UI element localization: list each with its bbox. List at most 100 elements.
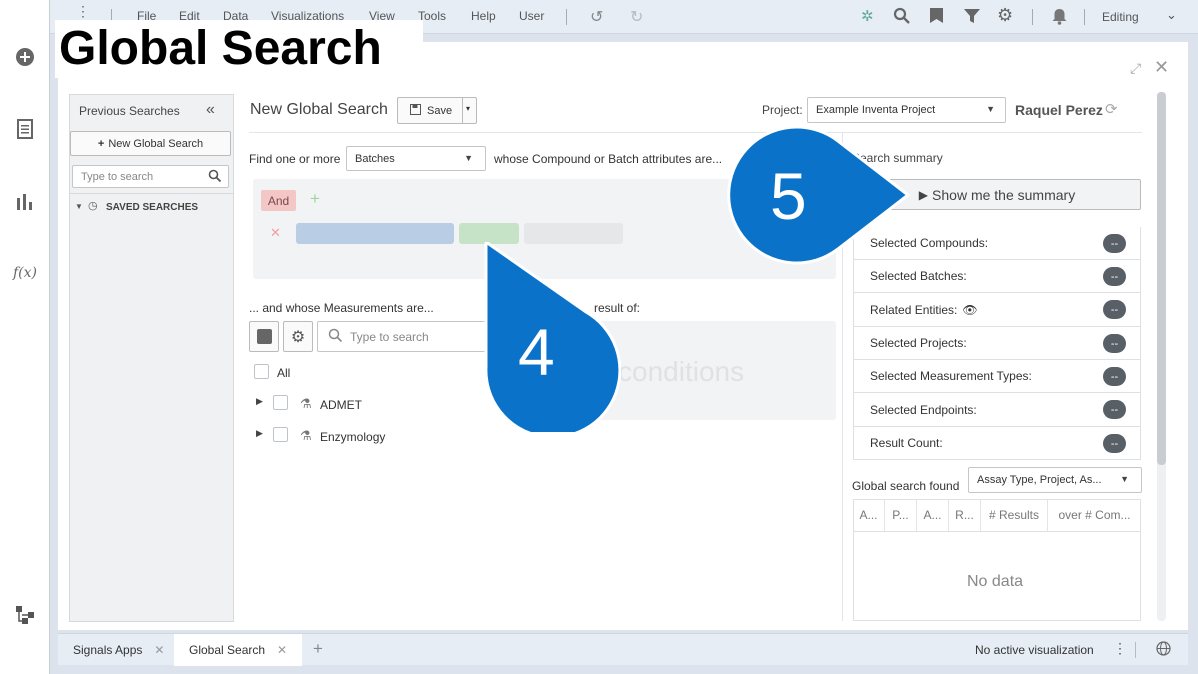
tree-item-enzymology[interactable]: Enzymology bbox=[320, 430, 385, 444]
tab-global-search[interactable]: Global Search ✕ bbox=[174, 634, 303, 666]
sidebar-title: Previous Searches bbox=[79, 104, 180, 118]
enzymology-checkbox[interactable] bbox=[273, 427, 288, 442]
summary-row-result-count: Result Count: -- bbox=[853, 427, 1141, 460]
bar-chart-icon[interactable] bbox=[14, 190, 36, 212]
add-condition-icon[interactable]: + bbox=[310, 189, 320, 209]
callout-5-number: 5 bbox=[770, 159, 807, 233]
add-tab-icon[interactable]: + bbox=[313, 639, 323, 659]
select-all-toggle[interactable] bbox=[249, 321, 279, 352]
divider bbox=[1135, 642, 1136, 658]
search-placeholder: Type to search bbox=[350, 329, 429, 344]
gear-icon: ⚙ bbox=[290, 328, 306, 346]
globe-icon[interactable] bbox=[1156, 641, 1171, 659]
redo-icon[interactable]: ↻ bbox=[630, 7, 643, 27]
summary-row-projects: Selected Projects: -- bbox=[853, 327, 1141, 360]
sidebar-search-input[interactable]: Type to search bbox=[72, 165, 229, 188]
measurement-search-input[interactable]: Type to search bbox=[317, 321, 487, 352]
expand-icon[interactable]: ⤢ bbox=[1130, 60, 1141, 77]
bookmark-icon[interactable] bbox=[929, 7, 944, 27]
caret-down-icon[interactable]: ▼ bbox=[75, 202, 83, 211]
summary-count-badge: -- bbox=[1103, 367, 1126, 386]
and-operator-chip[interactable]: And bbox=[261, 190, 296, 211]
project-select[interactable]: Example Inventa Project ▼ bbox=[807, 97, 1006, 123]
value-field-placeholder[interactable] bbox=[524, 223, 623, 244]
chevron-down-icon[interactable]: ⌄ bbox=[1166, 7, 1177, 23]
menu-help[interactable]: Help bbox=[471, 9, 496, 23]
tab-signals-apps[interactable]: Signals Apps ✕ bbox=[73, 634, 164, 666]
close-icon[interactable]: ✕ bbox=[277, 643, 287, 657]
floppy-disk-icon bbox=[410, 103, 421, 118]
column-header[interactable]: P... bbox=[885, 499, 917, 531]
admet-checkbox[interactable] bbox=[273, 395, 288, 410]
mode-select[interactable]: Editing bbox=[1102, 10, 1139, 24]
operator-field-placeholder[interactable] bbox=[459, 223, 519, 244]
search-found-label: Global search found bbox=[852, 479, 960, 493]
callout-5-shape bbox=[727, 125, 911, 265]
find-label: Find one or more bbox=[249, 152, 341, 166]
summary-row-related-entities: Related Entities: 👁 -- bbox=[853, 293, 1141, 327]
tree-item-all: All bbox=[277, 366, 291, 380]
attribute-field-placeholder[interactable] bbox=[296, 223, 454, 244]
column-header[interactable]: R... bbox=[949, 499, 981, 531]
search-icon bbox=[208, 169, 222, 185]
search-icon[interactable] bbox=[893, 7, 910, 27]
summary-row-measurement-types: Selected Measurement Types: -- bbox=[853, 360, 1141, 393]
eye-icon[interactable]: 👁 bbox=[962, 303, 977, 317]
notification-bell-icon[interactable] bbox=[1052, 8, 1067, 28]
results-table-header: A... P... A... R... # Results over # Com… bbox=[853, 499, 1141, 532]
refresh-icon[interactable]: ⟳ bbox=[1105, 100, 1118, 118]
saved-searches-label[interactable]: SAVED SEARCHES bbox=[106, 202, 198, 213]
overlay-title: Global Search bbox=[55, 20, 423, 78]
callout-4-number: 4 bbox=[518, 315, 555, 389]
tree-item-admet[interactable]: ADMET bbox=[320, 398, 362, 412]
filter-icon[interactable] bbox=[964, 8, 980, 27]
close-icon[interactable]: ✕ bbox=[1154, 57, 1169, 78]
hierarchy-icon[interactable] bbox=[14, 604, 36, 626]
divider bbox=[70, 193, 233, 194]
empty-state-text: No data bbox=[967, 573, 1024, 590]
scrollbar-thumb[interactable] bbox=[1157, 92, 1166, 465]
summary-count-badge: -- bbox=[1103, 434, 1126, 453]
expand-caret-icon[interactable]: ▶ bbox=[256, 428, 263, 439]
menu-user[interactable]: User bbox=[519, 9, 544, 23]
column-header[interactable]: # Results bbox=[981, 499, 1048, 531]
column-header[interactable]: A... bbox=[853, 499, 885, 531]
add-circle-icon[interactable] bbox=[14, 46, 36, 68]
summary-label: Selected Measurement Types: bbox=[870, 369, 1032, 383]
save-label: Save bbox=[427, 104, 453, 117]
collapse-chevrons-icon[interactable]: « bbox=[206, 101, 215, 119]
settings-cog-icon[interactable]: ✲ bbox=[861, 7, 874, 25]
divider bbox=[1084, 9, 1085, 25]
kebab-menu-icon[interactable]: ⋮ bbox=[76, 4, 90, 18]
divider bbox=[462, 98, 463, 123]
column-header[interactable]: A... bbox=[917, 499, 949, 531]
column-header[interactable]: over # Com... bbox=[1048, 499, 1141, 531]
grouping-select[interactable]: Assay Type, Project, As... ▼ bbox=[968, 467, 1142, 493]
function-icon[interactable]: f(x) bbox=[12, 262, 38, 284]
expand-caret-icon[interactable]: ▶ bbox=[256, 396, 263, 407]
caret-down-icon[interactable]: ▾ bbox=[466, 104, 470, 113]
project-value: Example Inventa Project bbox=[816, 104, 936, 116]
document-list-icon[interactable] bbox=[14, 118, 36, 140]
undo-icon[interactable]: ↺ bbox=[590, 7, 603, 27]
new-global-search-button[interactable]: + New Global Search bbox=[70, 131, 231, 156]
show-summary-label: Show me the summary bbox=[932, 186, 1076, 203]
page-title: New Global Search bbox=[250, 101, 388, 118]
grouping-value: Assay Type, Project, As... bbox=[977, 474, 1102, 486]
status-text: No active visualization bbox=[975, 643, 1094, 657]
entity-select[interactable]: Batches ▼ bbox=[346, 146, 486, 171]
kebab-menu-icon[interactable]: ⋮ bbox=[1113, 640, 1127, 657]
close-icon[interactable]: ✕ bbox=[154, 643, 164, 657]
caret-down-icon: ▼ bbox=[986, 104, 995, 114]
save-button[interactable]: Save ▾ bbox=[397, 97, 477, 124]
divider bbox=[1032, 9, 1033, 25]
clock-icon: ◷ bbox=[88, 200, 98, 212]
summary-label: Selected Batches: bbox=[870, 269, 967, 283]
remove-condition-icon[interactable]: ✕ bbox=[270, 225, 281, 241]
gear-icon[interactable]: ⚙ bbox=[997, 5, 1013, 26]
square-icon bbox=[256, 329, 272, 344]
summary-row-endpoints: Selected Endpoints: -- bbox=[853, 393, 1141, 427]
all-checkbox[interactable] bbox=[254, 364, 269, 379]
caret-down-icon: ▼ bbox=[464, 153, 473, 163]
measurement-settings-button[interactable]: ⚙ bbox=[283, 321, 313, 352]
